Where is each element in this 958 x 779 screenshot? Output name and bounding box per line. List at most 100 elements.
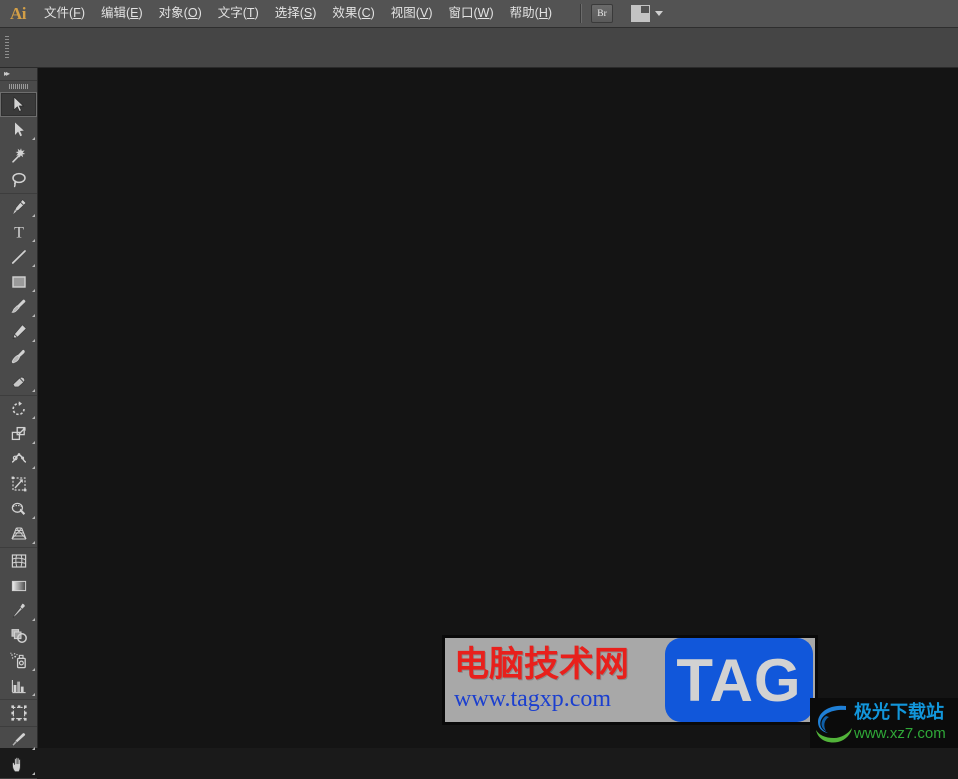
artboard-tool[interactable] — [0, 700, 37, 725]
workspace-switcher[interactable] — [631, 5, 664, 22]
rectangle-tool[interactable] — [0, 269, 37, 294]
tools-panel-header[interactable]: ▸▸ — [0, 68, 37, 81]
menu-help[interactable]: 帮助(H) — [502, 3, 560, 25]
control-panel[interactable] — [0, 28, 958, 68]
width-warp-icon — [10, 450, 28, 468]
symbol-sprayer-tool[interactable] — [0, 648, 37, 673]
tool-submenu-triangle-icon[interactable] — [32, 693, 35, 696]
tool-submenu-triangle-icon[interactable] — [32, 314, 35, 317]
column-graph-tool[interactable] — [0, 673, 37, 698]
gradient-tool[interactable] — [0, 573, 37, 598]
menu-bar: Ai 文件(F) 编辑(E) 对象(O) 文字(T) 选择(S) 效果(C) 视图(V) 窗口… — [0, 0, 958, 28]
rotate-tool[interactable] — [0, 396, 37, 421]
tools-panel[interactable]: ▸▸ T — [0, 68, 38, 779]
control-panel-grip[interactable] — [5, 36, 9, 58]
arrow-direct-icon — [10, 121, 27, 138]
tool-submenu-triangle-icon[interactable] — [32, 137, 35, 140]
line-segment-icon — [10, 248, 28, 266]
download-site-text-block: 极光下载站 www.xz7.com — [854, 702, 946, 743]
blob-brush-icon — [10, 348, 28, 366]
ws-cell-3 — [632, 13, 642, 21]
paintbrush-icon — [10, 298, 28, 316]
menu-mnemonic: F — [73, 5, 81, 20]
width-tool[interactable] — [0, 446, 37, 471]
selection-tool[interactable] — [0, 92, 37, 117]
magic-wand-tool[interactable] — [0, 142, 37, 167]
tool-submenu-triangle-icon[interactable] — [32, 668, 35, 671]
direct-selection-tool[interactable] — [0, 117, 37, 142]
hand-tool[interactable] — [0, 752, 37, 777]
tool-submenu-triangle-icon[interactable] — [32, 416, 35, 419]
download-site-title: 极光下载站 — [854, 702, 944, 723]
tools-panel-grip[interactable] — [0, 81, 37, 92]
menu-mnemonic: O — [187, 5, 198, 20]
menu-window[interactable]: 窗口(W) — [440, 3, 501, 25]
bridge-button[interactable]: Br — [591, 4, 614, 23]
tool-submenu-triangle-icon[interactable] — [32, 466, 35, 469]
pen-tool[interactable] — [0, 194, 37, 219]
menu-edit[interactable]: 编辑(E) — [93, 3, 151, 25]
menubar-right-controls: Br — [578, 4, 664, 23]
pencil-icon — [10, 323, 28, 341]
menu-type[interactable]: 文字(T) — [210, 3, 267, 25]
tool-submenu-triangle-icon[interactable] — [32, 516, 35, 519]
magic-wand-icon — [10, 146, 28, 164]
collapse-panel-icon[interactable]: ▸▸ — [4, 70, 10, 78]
type-tool[interactable]: T — [0, 219, 37, 244]
aurora-swoosh-icon — [816, 705, 852, 743]
menu-effect[interactable]: 效果(C) — [324, 3, 382, 25]
free-transform-icon — [10, 475, 28, 493]
mesh-tool[interactable] — [0, 548, 37, 573]
tool-group — [0, 548, 37, 700]
eraser-tool[interactable] — [0, 369, 37, 394]
workspace-switcher-icon[interactable] — [631, 5, 651, 22]
tool-submenu-triangle-icon[interactable] — [32, 389, 35, 392]
tool-submenu-triangle-icon[interactable] — [32, 264, 35, 267]
mesh-icon — [10, 552, 28, 570]
watermark-tag-badge: TAG — [665, 638, 813, 722]
menu-mnemonic: C — [361, 5, 371, 20]
svg-text:T: T — [14, 224, 24, 241]
blob-brush-tool[interactable] — [0, 344, 37, 369]
watermark-overlay: 电脑技术网 www.tagxp.com TAG — [442, 635, 818, 725]
tool-submenu-triangle-icon[interactable] — [32, 214, 35, 217]
tool-submenu-triangle-icon[interactable] — [32, 772, 35, 775]
shape-builder-icon — [10, 500, 28, 518]
tool-submenu-triangle-icon[interactable] — [32, 541, 35, 544]
scale-tool[interactable] — [0, 421, 37, 446]
ws-cell-4 — [641, 13, 650, 21]
type-T-icon: T — [10, 223, 28, 241]
watermark-title: 电脑技术网 — [454, 644, 630, 685]
line-segment-tool[interactable] — [0, 244, 37, 269]
menu-mnemonic: E — [130, 5, 139, 20]
blend-tool[interactable] — [0, 623, 37, 648]
slice-tool[interactable] — [0, 727, 37, 752]
tool-submenu-triangle-icon[interactable] — [32, 441, 35, 444]
eyedropper-tool[interactable] — [0, 598, 37, 623]
paintbrush-tool[interactable] — [0, 294, 37, 319]
download-site-badge: 极光下载站 www.xz7.com — [810, 698, 958, 748]
menu-object[interactable]: 对象(O) — [151, 3, 210, 25]
tool-submenu-triangle-icon[interactable] — [32, 239, 35, 242]
rotate-icon — [10, 400, 28, 418]
menu-select[interactable]: 选择(S) — [267, 3, 325, 25]
perspective-grid-tool[interactable] — [0, 521, 37, 546]
free-transform-tool[interactable] — [0, 471, 37, 496]
lasso-tool[interactable] — [0, 167, 37, 192]
tool-submenu-triangle-icon[interactable] — [32, 339, 35, 342]
tool-group: T — [0, 194, 37, 396]
pen-icon — [10, 198, 28, 216]
chevron-down-icon[interactable] — [655, 11, 664, 16]
blend-icon — [10, 627, 28, 645]
menu-view[interactable]: 视图(V) — [383, 3, 441, 25]
tool-submenu-triangle-icon[interactable] — [32, 618, 35, 621]
pencil-tool[interactable] — [0, 319, 37, 344]
menu-file[interactable]: 文件(F) — [36, 3, 93, 25]
tool-submenu-triangle-icon[interactable] — [32, 289, 35, 292]
shape-builder-tool[interactable] — [0, 496, 37, 521]
illustrator-window: Ai 文件(F) 编辑(E) 对象(O) 文字(T) 选择(S) 效果(C) 视图(V) 窗口… — [0, 0, 958, 779]
tool-group — [0, 700, 37, 727]
menu-mnemonic: S — [303, 5, 313, 20]
tool-submenu-triangle-icon[interactable] — [32, 747, 35, 750]
slice-icon — [10, 731, 28, 749]
